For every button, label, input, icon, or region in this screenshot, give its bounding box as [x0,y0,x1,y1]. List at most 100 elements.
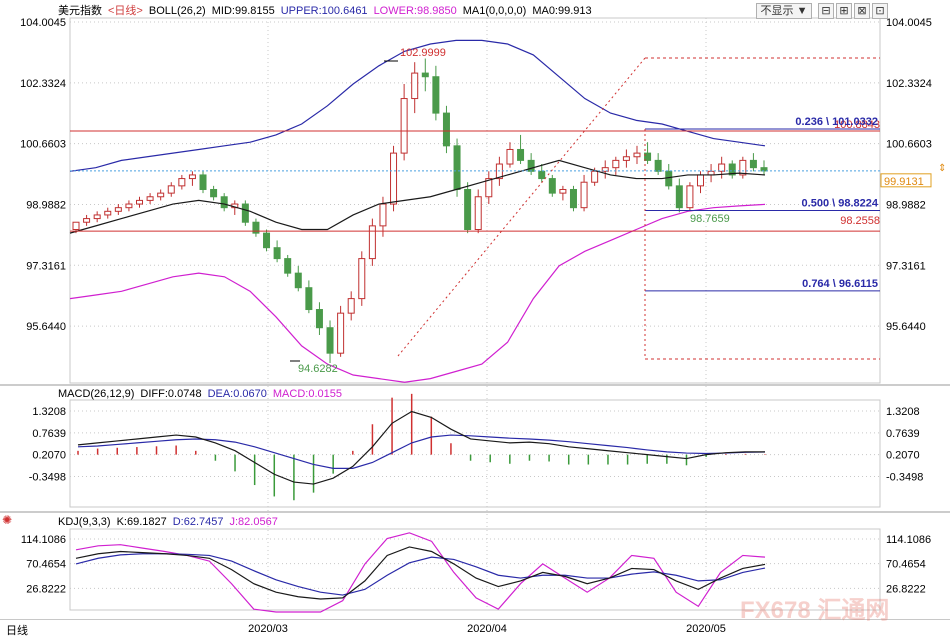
panel-frame-1 [69,399,881,508]
candle-body [72,221,80,231]
macd-header: MACD(26,12,9) DIFF:0.0748 DEA:0.0670 MACD:0… [58,387,348,401]
candle-body [125,203,133,209]
candle-body [654,159,662,172]
candle-body [548,178,556,194]
candle-body [167,185,175,194]
candle-body [273,247,281,260]
y-tick-left: 104.0045 [20,17,66,29]
last-price-label: 99.9131 [884,176,924,188]
candle-body [305,287,313,311]
fib-level-label: 0.500 \ 98.8224 [802,197,879,209]
macd-y-tick-left: -0.3498 [29,471,66,483]
candle-body [506,148,514,165]
boll-upper-label: UPPER:100.6461 [280,5,368,17]
y-tick-left: 95.6440 [26,321,66,333]
candle-body [178,178,186,187]
candle-body [464,188,472,231]
candle-body [315,309,323,329]
candle-body [569,188,577,209]
boll-lower-label: LOWER:98.9850 [373,5,457,17]
x-tick-label: 2020/04 [467,623,507,635]
macd-y-tick-right: 1.3208 [886,406,920,418]
candle-body [696,174,704,187]
x-tick-label: 2020/05 [686,623,726,635]
kdj-k-line [75,546,766,600]
candle-body [114,207,122,212]
candle-body [400,98,408,154]
y-tick-right: 104.0045 [886,17,932,29]
candle-body [263,232,271,249]
macd-y-tick-right: 0.2070 [886,450,920,462]
macd-value-label: MACD:0.0155 [272,388,342,400]
y-tick-right: 100.6603 [886,139,932,151]
candle-body [612,159,620,169]
candle-body [136,199,144,205]
kdj-title[interactable]: KDJ(9,3,3) [58,516,111,528]
window-button-1[interactable]: ⊟ [818,3,834,19]
window-button-2[interactable]: ⊞ [836,3,852,19]
candle-body [665,170,673,187]
candle-body [347,298,355,314]
kdj-y-tick-left: 114.1086 [21,534,66,546]
candle-body [83,218,91,223]
macd-y-tick-left: 0.7639 [32,428,66,440]
macd-dea-label: DEA:0.0670 [207,388,267,400]
candle-body [326,327,334,354]
candle-body [718,163,726,172]
hide-dropdown-button[interactable]: 不显示 ▼ [756,3,812,19]
candle-body [358,258,366,300]
kdj-d-label: D:62.7457 [172,516,224,528]
period-link[interactable]: <日线> [108,5,143,17]
main-chart-svg: 104.0045 104.0045 102.3324 102.3324 100.6603… [0,17,950,635]
fib-level-label: 0.236 \ 101.0332 [795,116,878,128]
fib-level-label: 0.764 \ 96.6115 [802,278,878,290]
x-tick-label: 2020/03 [248,623,288,635]
window-button-3[interactable]: ⊠ [854,3,870,19]
symbol-label: 美元指数 [58,5,102,17]
macd-diff-line [77,410,765,485]
ma-value-label: MA0:99.913 [532,5,592,17]
candle-body [146,196,154,201]
watermark-logo: FX678 汇通网 [740,597,890,624]
kdj-y-tick-left: 70.4654 [26,559,66,571]
candle-body [337,312,345,354]
y-tick-left: 102.3324 [20,78,66,90]
macd-y-tick-left: 1.3208 [32,406,66,418]
candle-body [390,152,398,205]
ma-title[interactable]: MA1(0,0,0,0) [463,5,527,17]
macd-dea-line [77,434,766,469]
recent-low-label: 98.7659 [690,213,730,225]
candle-body [284,258,292,274]
candle-body [93,214,101,220]
main-chart-header: 美元指数 <日线> BOLL(26,2) MID:99.8155 UPPER:100.6… [58,4,598,18]
window-button-4[interactable]: ⊡ [872,3,888,19]
candle-body [474,196,482,231]
boll-title[interactable]: BOLL(26,2) [149,5,206,17]
macd-diff-label: DIFF:0.0748 [140,388,202,400]
candle-body [686,185,694,209]
candle-body [220,196,228,209]
high-label: 102.9999 [400,47,446,59]
candle-body [538,170,546,180]
boll-upper-line [69,39,766,172]
candle-body [199,174,207,190]
y-tick-right: 97.3161 [886,260,926,272]
boll-mid-label: MID:99.8155 [211,5,275,17]
candle-body [622,156,630,161]
y-tick-right: 102.3324 [886,78,932,90]
candle-body [453,145,461,190]
low-label: 94.6282 [298,363,338,375]
settings-icon[interactable]: ✺ [2,513,12,527]
candle-body [241,203,249,223]
candle-body [411,72,419,100]
macd-y-tick-left: 0.2070 [32,450,66,462]
candle-body [580,181,588,209]
period-tab[interactable]: 日线 [6,622,28,638]
macd-title[interactable]: MACD(26,12,9) [58,388,134,400]
candle-body [210,188,218,198]
kdj-y-tick-left: 26.8222 [26,583,66,595]
y-tick-left: 100.6603 [20,139,66,151]
candle-body [591,170,599,183]
kdj-y-tick-right: 70.4654 [886,559,926,571]
y-tick-left: 98.9882 [26,199,66,211]
